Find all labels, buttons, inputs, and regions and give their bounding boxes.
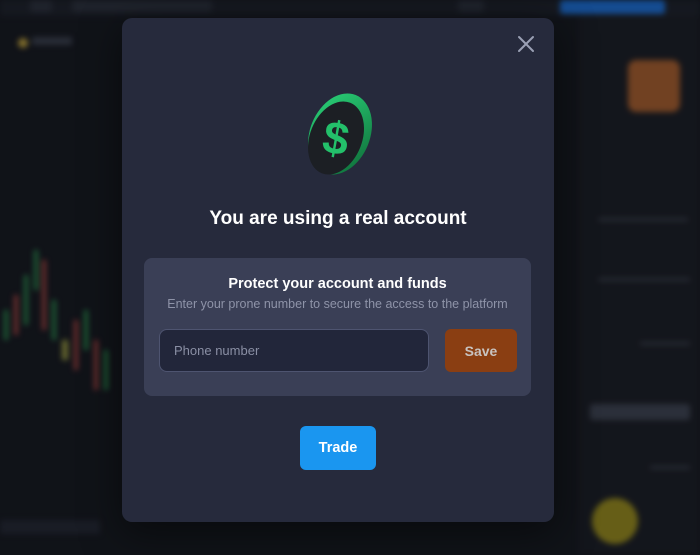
modal-title: You are using a real account (209, 208, 467, 229)
protect-account-panel: Protect your account and funds Enter you… (144, 258, 531, 396)
protect-title: Protect your account and funds (228, 276, 447, 292)
real-account-modal: $ You are using a real account Protect y… (122, 18, 554, 522)
close-icon (518, 36, 534, 52)
trade-button[interactable]: Trade (300, 426, 376, 470)
save-button[interactable]: Save (445, 329, 517, 372)
dollar-coin-icon: $ (308, 93, 372, 175)
close-button[interactable] (516, 34, 536, 54)
phone-number-input[interactable] (159, 329, 429, 372)
protect-subtitle: Enter your prone number to secure the ac… (167, 297, 508, 311)
